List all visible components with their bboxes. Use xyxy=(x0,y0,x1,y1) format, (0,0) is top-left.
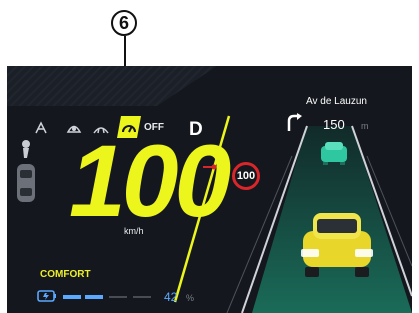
battery-level-bar xyxy=(63,295,151,299)
vehicle-doors-icon xyxy=(17,140,35,202)
nav-street-name: Av de Lauzun xyxy=(306,96,367,107)
speed-readout: 100 xyxy=(69,124,231,238)
drive-mode-label: COMFORT xyxy=(40,269,91,280)
speed-unit: km/h xyxy=(124,226,144,236)
speed-limit-sign: 100 xyxy=(232,162,260,190)
seatbelt-warning-icon xyxy=(35,121,47,134)
instrument-cluster-screen: OFF D 100 km/h 100 Av de Lauzun 150 m CO… xyxy=(7,66,412,313)
callout-number: 6 xyxy=(111,10,137,36)
ego-vehicle-icon xyxy=(301,213,373,277)
battery-charging-icon xyxy=(37,290,56,302)
nav-distance-unit: m xyxy=(361,121,369,131)
battery-percent: 42 xyxy=(164,290,178,304)
nav-distance: 150 xyxy=(323,117,345,132)
lead-vehicle-icon xyxy=(321,142,347,165)
speed-marker-icon xyxy=(203,164,217,170)
battery-percent-symbol: % xyxy=(186,293,195,303)
turn-right-arrow-icon xyxy=(287,113,302,131)
